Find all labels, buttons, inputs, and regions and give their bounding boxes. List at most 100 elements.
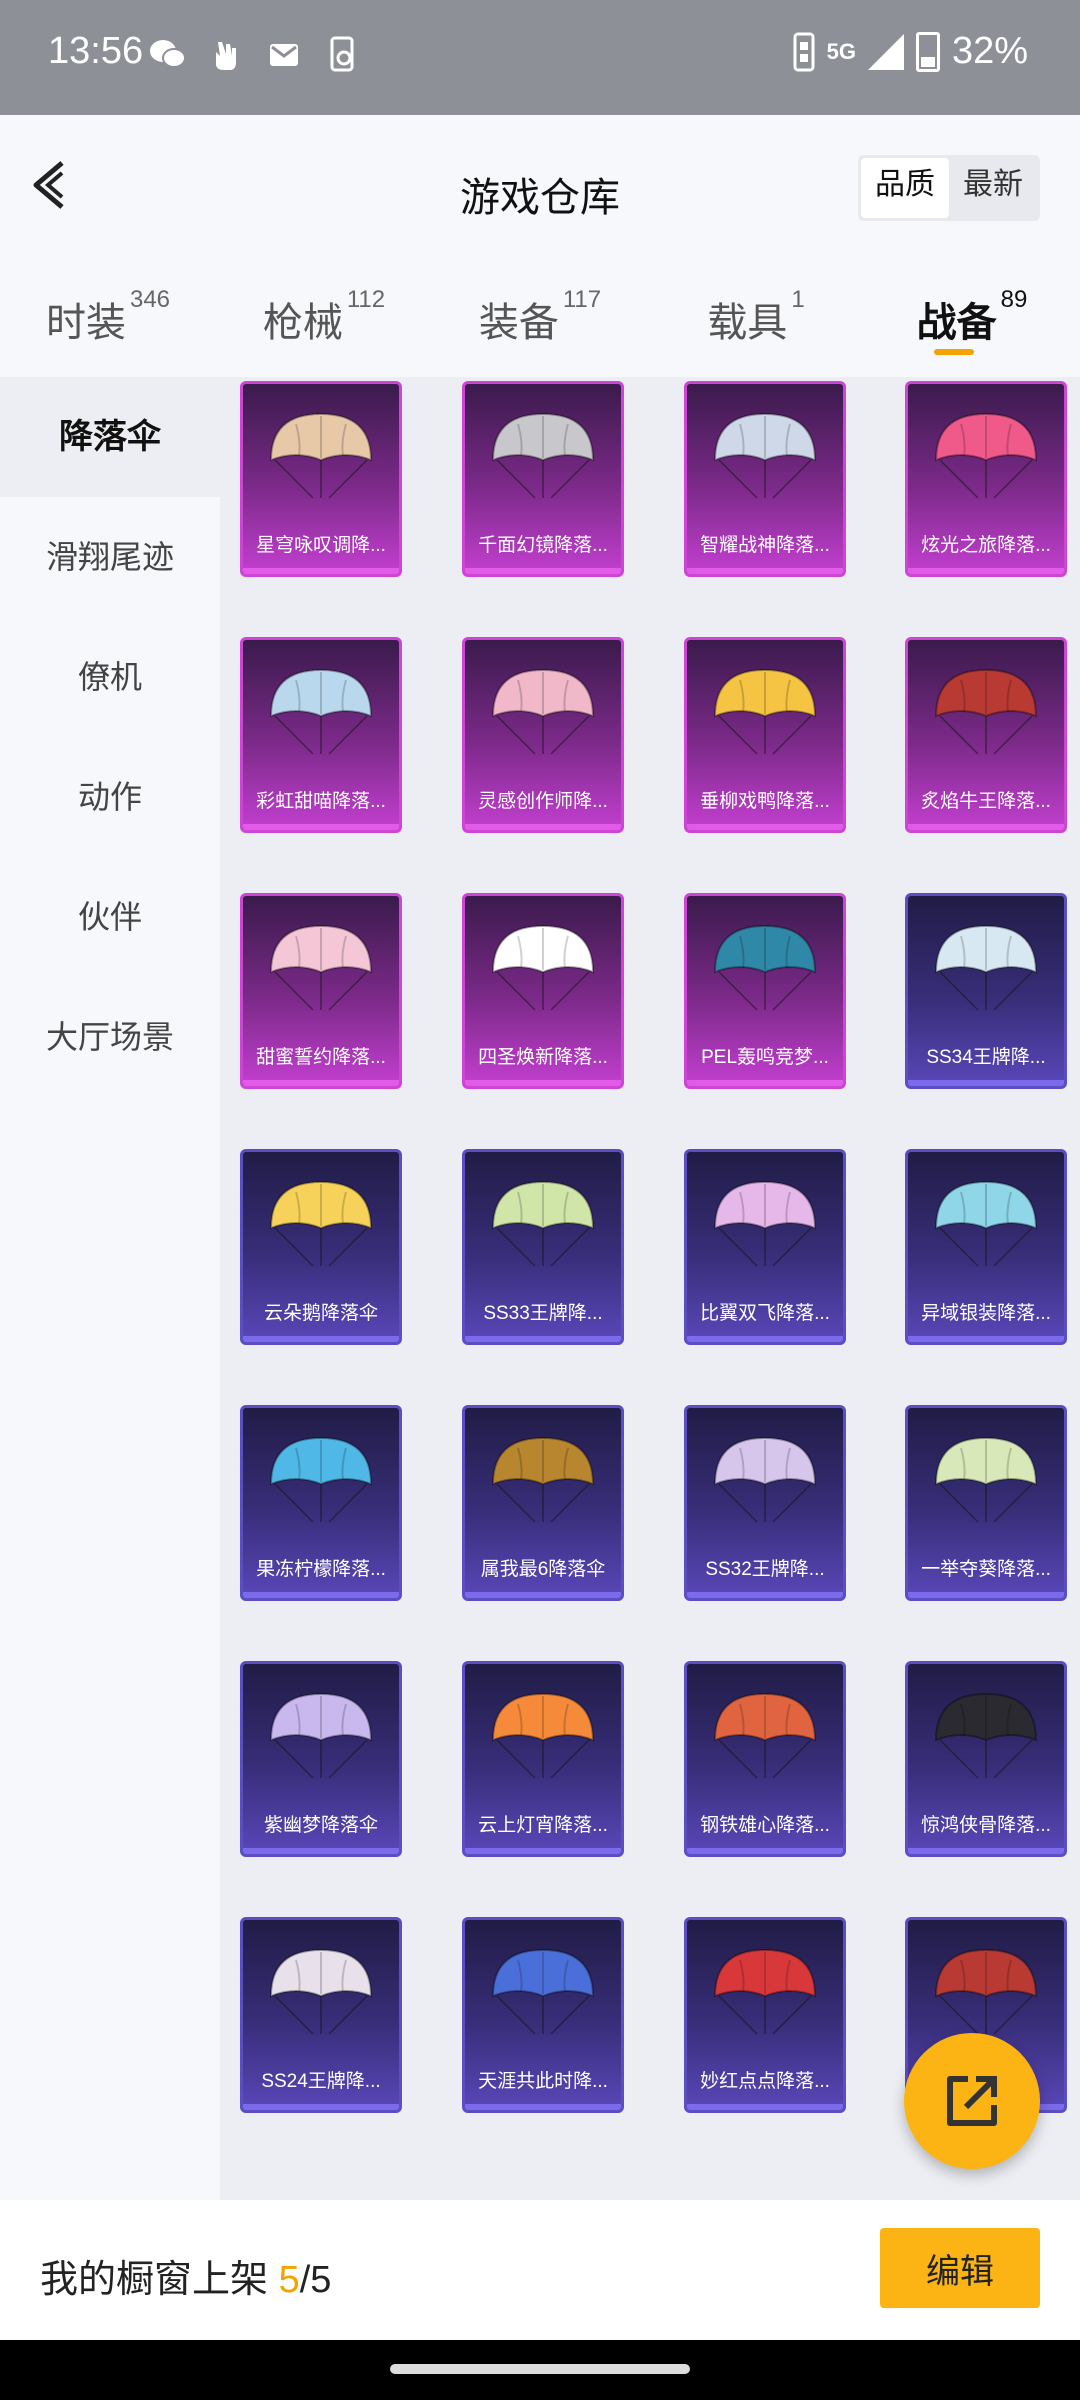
parachute-name: 妙红点点降落... [700,2071,830,2092]
parachute-card[interactable]: 果冻柠檬降落... [240,1405,402,1601]
tab-equipment[interactable]: 装备117 [432,255,648,377]
sidebar-item-glide-trail[interactable]: 滑翔尾迹 [0,497,220,617]
sort-option-quality[interactable]: 品质 [861,158,949,218]
parachute-card[interactable]: 灵感创作师降... [462,637,624,833]
parachute-image [269,1948,373,2035]
parachute-card[interactable]: 紫幽梦降落伞 [240,1661,402,1857]
parachute-image [269,412,373,499]
parachute-card[interactable]: PEL轰鸣竞梦... [684,893,846,1089]
parachute-card[interactable]: 甜蜜誓约降落... [240,893,402,1089]
tab-fashion[interactable]: 时装346 [0,255,216,377]
tab-combat-gear[interactable]: 战备89 [864,255,1080,377]
sidebar-item-companion[interactable]: 伙伴 [0,857,220,977]
rarity-bar [908,1080,1064,1086]
parachute-card[interactable]: 彩虹甜喵降落... [240,637,402,833]
parachute-card[interactable]: 惊鸿侠骨降落... [905,1661,1067,1857]
parachute-card[interactable]: SS33王牌降... [462,1149,624,1345]
parachute-name: 云上灯宵降落... [478,1815,608,1836]
gesture-handle[interactable] [390,2364,690,2374]
parachute-card[interactable]: 云朵鹅降落伞 [240,1149,402,1345]
active-tab-indicator [934,349,974,355]
category-tabs: 时装346 枪械112 装备117 载具1 战备89 [0,255,1080,377]
sidebar-item-wingman[interactable]: 僚机 [0,617,220,737]
rarity-bar [465,824,621,830]
tab-label: 枪械 [262,301,343,345]
parachute-card[interactable]: 天涯共此时降... [462,1917,624,2113]
tab-label: 载具 [707,301,788,345]
parachute-card[interactable]: 异域银装降落... [905,1149,1067,1345]
rarity-bar [687,1848,843,1854]
parachute-card[interactable]: 智耀战神降落... [684,381,846,577]
parachute-card[interactable]: SS34王牌降... [905,893,1067,1089]
parachute-name: SS34王牌降... [926,1047,1046,1068]
notification-icons [148,34,362,74]
parachute-card[interactable]: 四圣焕新降落... [462,893,624,1089]
header: 游戏仓库 品质 最新 [0,115,1080,255]
parachute-name: 彩虹甜喵降落... [256,791,386,812]
rarity-bar [687,1592,843,1598]
parachute-card[interactable]: 垂柳戏鸭降落... [684,637,846,833]
rarity-bar [908,1592,1064,1598]
parachute-card[interactable]: 妙红点点降落... [684,1917,846,2113]
parachute-card[interactable]: 一举夺葵降落... [905,1405,1067,1601]
share-button[interactable] [904,2033,1040,2169]
parachute-card[interactable]: 炙焰牛王降落... [905,637,1067,833]
edit-button[interactable]: 编辑 [880,2228,1040,2308]
parachute-card[interactable]: 属我最6降落伞 [462,1405,624,1601]
parachute-name: 钢铁雄心降落... [700,1815,830,1836]
showcase-status: 我的橱窗上架 5/5 [40,2248,331,2303]
parachute-image [934,1436,1038,1523]
showcase-label: 我的橱窗上架 [40,2259,269,2301]
item-grid: 星穹咏叹调降... 千面幻镜降落... 智耀战神降落... 炫光之旅降落... 彩虹甜喵… [220,377,1080,2200]
sidebar-item-emote[interactable]: 动作 [0,737,220,857]
tab-label: 装备 [478,301,559,345]
battery-icon [915,31,940,72]
parachute-name: 天涯共此时降... [478,2071,608,2092]
sidebar-item-parachute[interactable]: 降落伞 [0,377,220,497]
parachute-name: SS32王牌降... [705,1559,825,1580]
parachute-card[interactable]: 千面幻镜降落... [462,381,624,577]
rarity-bar [908,824,1064,830]
showcase-current: 5 [278,2259,300,2301]
parachute-name: 紫幽梦降落伞 [263,1815,378,1836]
showcase-total: /5 [299,2259,332,2301]
sort-option-latest[interactable]: 最新 [949,158,1037,218]
parachute-image [713,924,817,1011]
parachute-image [713,412,817,499]
parachute-card[interactable]: 星穹咏叹调降... [240,381,402,577]
parachute-name: 一举夺葵降落... [921,1559,1051,1580]
parachute-image [934,1692,1038,1779]
parachute-name: 云朵鹅降落伞 [263,1303,378,1324]
system-nav-bar [0,2340,1080,2400]
battery-percent: 32% [951,30,1028,72]
rarity-bar [908,568,1064,574]
parachute-card[interactable]: 炫光之旅降落... [905,381,1067,577]
parachute-card[interactable]: 钢铁雄心降落... [684,1661,846,1857]
sidebar-item-lobby-scene[interactable]: 大厅场景 [0,977,220,1097]
sidebar: 降落伞 滑翔尾迹 僚机 动作 伙伴 大厅场景 [0,377,220,2200]
parachute-card[interactable]: 比翼双飞降落... [684,1149,846,1345]
signal-icon [867,33,904,70]
status-time: 13:56 [48,30,144,72]
tab-label: 战备 [916,301,997,345]
rarity-bar [465,568,621,574]
tab-vehicles[interactable]: 载具1 [648,255,864,377]
parachute-name: 垂柳戏鸭降落... [700,791,830,812]
parachute-name: 千面幻镜降落... [478,535,608,556]
tab-count: 112 [346,286,386,313]
tab-firearms[interactable]: 枪械112 [216,255,432,377]
parachute-image [269,1180,373,1267]
parachute-image [491,1436,595,1523]
parachute-name: SS24王牌降... [261,2071,381,2092]
parachute-image [491,1692,595,1779]
parachute-image [491,924,595,1011]
parachute-card[interactable]: SS32王牌降... [684,1405,846,1601]
parachute-image [934,668,1038,755]
parachute-card[interactable]: 云上灯宵降落... [462,1661,624,1857]
parachute-image [269,924,373,1011]
parachute-card[interactable]: SS24王牌降... [240,1917,402,2113]
rarity-bar [465,1080,621,1086]
rarity-bar [687,1336,843,1342]
parachute-name: 属我最6降落伞 [480,1559,606,1580]
parachute-name: 甜蜜誓约降落... [256,1047,386,1068]
